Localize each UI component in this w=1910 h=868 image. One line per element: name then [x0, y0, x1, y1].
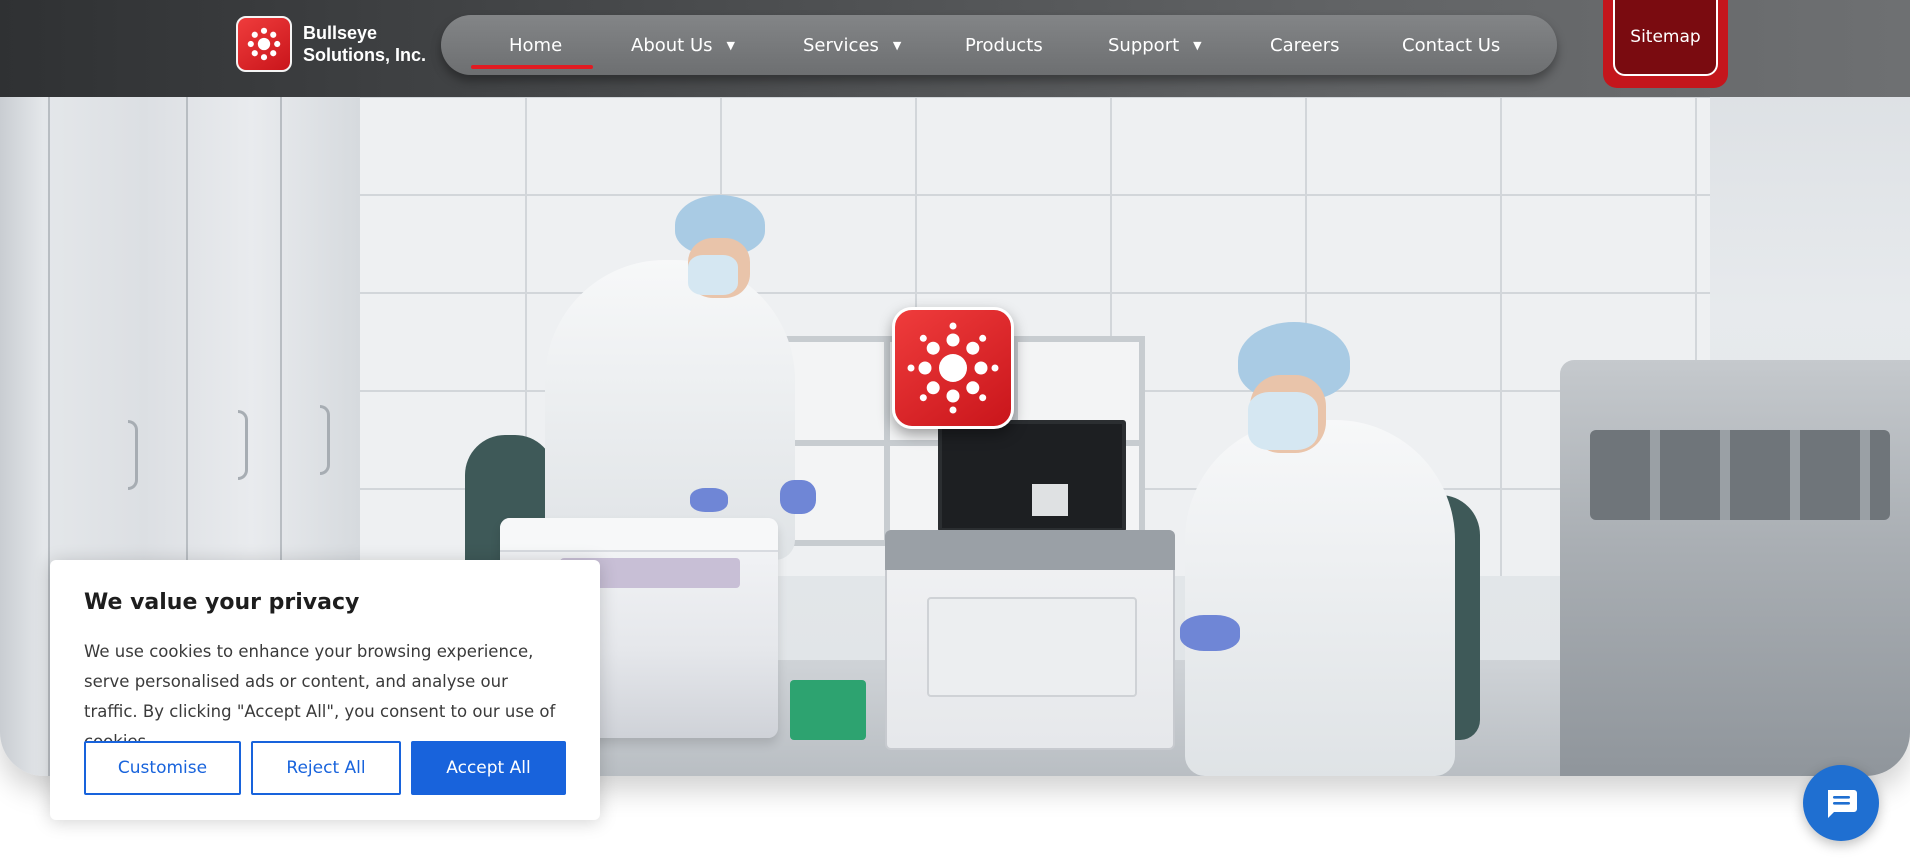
scanner-slots	[1590, 430, 1890, 520]
centrifuge-lid	[500, 518, 778, 552]
nav-item-contact-us[interactable]: Contact Us	[1402, 15, 1500, 75]
brand-name-line1: Bullseye	[303, 23, 378, 43]
nav-item-label: Home	[509, 34, 563, 56]
brand-home-link[interactable]: Bullseye Solutions, Inc.	[236, 16, 426, 72]
main-nav: Home About Us ▼ Services ▼ Products Supp…	[441, 15, 1557, 75]
nav-item-support[interactable]: Support ▼	[1108, 15, 1202, 75]
cabinet-handle	[128, 420, 138, 490]
sunburst-logo-icon	[907, 322, 999, 414]
nav-item-label: Support	[1108, 34, 1180, 56]
site-header: Bullseye Solutions, Inc. Home About Us ▼…	[0, 0, 1910, 97]
nav-item-products[interactable]: Products	[965, 15, 1043, 75]
nav-item-label: Careers	[1270, 34, 1340, 56]
nav-item-label: Services	[803, 34, 879, 56]
caret-down-icon: ▼	[1193, 38, 1202, 52]
sitemap-button[interactable]: Sitemap	[1613, 0, 1718, 76]
nav-item-careers[interactable]: Careers	[1270, 15, 1340, 75]
cabinet-handle	[238, 410, 248, 480]
sitemap-tab: Sitemap	[1603, 0, 1728, 88]
caret-down-icon: ▼	[726, 38, 735, 52]
monitor-paper	[1032, 484, 1068, 516]
hero-person	[1185, 420, 1455, 776]
chat-bubble-icon	[1828, 790, 1857, 818]
hero-monitor	[938, 420, 1126, 532]
hero-printer	[885, 530, 1175, 750]
brand-name: Bullseye Solutions, Inc.	[303, 22, 426, 66]
sunburst-logo-icon	[247, 27, 281, 61]
hero-logo	[892, 307, 1014, 429]
cookie-consent-banner: We value your privacy We use cookies to …	[50, 560, 600, 820]
hero-person	[545, 260, 795, 560]
hero-scanner-machine	[1560, 360, 1910, 776]
hero-tube-rack	[790, 680, 866, 740]
nav-item-label: Contact Us	[1402, 34, 1501, 56]
hero-face-mask	[1248, 392, 1318, 450]
printer-tray	[927, 597, 1137, 697]
printer-top	[885, 530, 1175, 570]
brand-logo	[236, 16, 292, 72]
nav-item-label: About Us	[631, 34, 713, 56]
cookie-actions: Customise Reject All Accept All	[84, 741, 566, 795]
hero-glove	[1180, 615, 1240, 651]
brand-name-line2: Solutions, Inc.	[303, 45, 427, 65]
cookie-body: We use cookies to enhance your browsing …	[84, 642, 556, 751]
nav-item-label: Products	[965, 34, 1043, 56]
chat-widget-button[interactable]	[1803, 765, 1879, 841]
hero-glove	[690, 488, 728, 512]
nav-item-services[interactable]: Services ▼	[803, 15, 901, 75]
nav-active-underline	[471, 65, 593, 69]
hero-glove	[780, 480, 816, 514]
hero-face-mask	[688, 255, 738, 295]
caret-down-icon: ▼	[892, 38, 902, 52]
customise-button[interactable]: Customise	[84, 741, 241, 795]
cabinet-handle	[320, 405, 330, 475]
nav-item-about-us[interactable]: About Us ▼	[631, 15, 735, 75]
reject-all-button[interactable]: Reject All	[251, 741, 401, 795]
accept-all-button[interactable]: Accept All	[411, 741, 566, 795]
cookie-title: We value your privacy	[84, 590, 360, 615]
